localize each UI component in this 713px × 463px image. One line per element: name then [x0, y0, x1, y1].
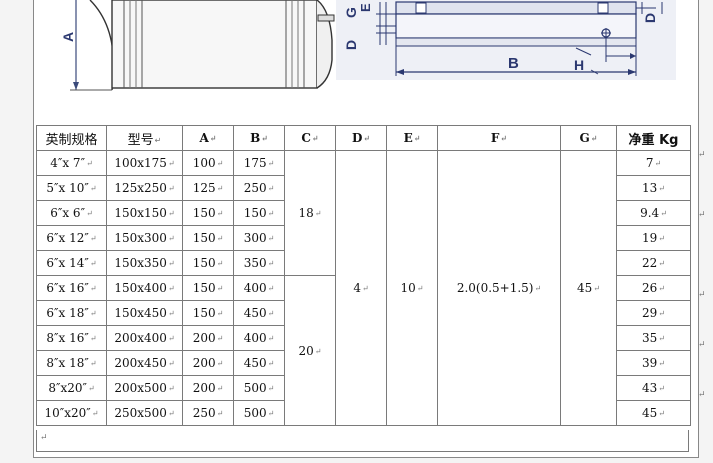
paragraph-mark-icon: ↵ [40, 433, 48, 443]
cell-size: 6″x 18″ [36, 300, 107, 326]
cell-b: 400 [233, 275, 285, 301]
cell-model: 150x300 [106, 225, 183, 251]
cell-size: 4″x 7″ [36, 150, 107, 176]
cell-b: 300 [233, 225, 285, 251]
cell-a: 125 [182, 175, 234, 201]
cell-a: 150 [182, 200, 234, 226]
side-view-drawing: G E D D H B [336, 0, 676, 80]
header-a: A [182, 125, 234, 151]
paragraph-mark-icon: ↵ [698, 340, 706, 350]
table-footer-cell: ↵ [36, 430, 689, 452]
cell-model: 150x400 [106, 275, 183, 301]
table-row: 4″x 7″ 100x175 100 175 18 4 10 2.0(0.5+1… [36, 150, 691, 426]
cell-size: 6″x 12″ [36, 225, 107, 251]
spec-table: 英制规格 型号 A B C D E F G 净重 Kg 4″x 7″ 100x1… [36, 125, 691, 426]
cell-model: 200x400 [106, 325, 183, 351]
header-e: E [386, 125, 438, 151]
header-c: C [284, 125, 336, 151]
cell-weight: 26 [616, 275, 691, 301]
cell-size: 6″x 14″ [36, 250, 107, 276]
cell-c-lower: 20 [284, 275, 336, 426]
paragraph-mark-icon: ↵ [698, 150, 706, 160]
drawings-area: A G E D D H B [34, 0, 698, 120]
cell-weight: 9.4 [616, 200, 691, 226]
header-weight: 净重 Kg [616, 125, 691, 151]
table-header-row: 英制规格 型号 A B C D E F G 净重 Kg [36, 125, 691, 151]
front-view-drawing: A [60, 0, 350, 95]
cell-a: 100 [182, 150, 234, 176]
cell-b: 350 [233, 250, 285, 276]
header-b: B [233, 125, 285, 151]
cell-a: 150 [182, 225, 234, 251]
cell-g-merged: 45 [560, 150, 617, 426]
paragraph-mark-icon: ↵ [698, 290, 706, 300]
cell-b: 150 [233, 200, 285, 226]
cell-size: 6″x 6″ [36, 200, 107, 226]
cell-size: 6″x 16″ [36, 275, 107, 301]
document-page: A G E D D H B 英制规格 型号 ↵ A ↵ B ↵ C ↵ D ↵ … [33, 0, 699, 458]
header-d: D [335, 125, 387, 151]
cell-b: 400 [233, 325, 285, 351]
cell-a: 200 [182, 325, 234, 351]
header-f: F [437, 125, 561, 151]
cell-weight: 7 [616, 150, 691, 176]
paragraph-mark-icon: ↵ [698, 390, 706, 400]
cell-e-merged: 10 [386, 150, 438, 426]
cell-c-upper: 18 [284, 150, 336, 276]
cell-model: 250x500 [106, 400, 183, 426]
cell-weight: 29 [616, 300, 691, 326]
cell-size: 10″x20″ [36, 400, 107, 426]
cell-model: 100x175 [106, 150, 183, 176]
cell-size: 8″x 16″ [36, 325, 107, 351]
cell-a: 150 [182, 275, 234, 301]
dimension-h-label: H [574, 57, 584, 73]
dimension-e-label: E [358, 3, 373, 12]
header-size: 英制规格 [36, 125, 107, 151]
cell-d-merged: 4 [335, 150, 387, 426]
cell-b: 500 [233, 400, 285, 426]
cell-a: 200 [182, 375, 234, 401]
dimension-a-label: A [60, 32, 76, 42]
cell-b: 250 [233, 175, 285, 201]
cell-weight: 39 [616, 350, 691, 376]
cell-size: 8″x20″ [36, 375, 107, 401]
cell-f-merged: 2.0(0.5+1.5) [437, 150, 561, 426]
cell-weight: 13 [616, 175, 691, 201]
cell-weight: 22 [616, 250, 691, 276]
dimension-d-left-label: D [343, 40, 359, 50]
cell-b: 450 [233, 300, 285, 326]
cell-model: 200x500 [106, 375, 183, 401]
cell-model: 150x350 [106, 250, 183, 276]
paragraph-mark-icon: ↵ [698, 210, 706, 220]
cell-a: 150 [182, 300, 234, 326]
cell-b: 500 [233, 375, 285, 401]
cell-weight: 35 [616, 325, 691, 351]
cell-model: 150x450 [106, 300, 183, 326]
dimension-g-label: G [343, 7, 359, 18]
cell-size: 5″x 10″ [36, 175, 107, 201]
cell-weight: 45 [616, 400, 691, 426]
cell-a: 150 [182, 250, 234, 276]
cell-weight: 43 [616, 375, 691, 401]
cell-model: 125x250 [106, 175, 183, 201]
header-g: G [560, 125, 617, 151]
cell-size: 8″x 18″ [36, 350, 107, 376]
header-model: 型号 [106, 125, 183, 151]
cell-b: 450 [233, 350, 285, 376]
dimension-b-label: B [508, 55, 519, 72]
cell-b: 175 [233, 150, 285, 176]
dimension-d-right-label: D [642, 13, 658, 23]
cell-model: 150x150 [106, 200, 183, 226]
cell-model: 200x450 [106, 350, 183, 376]
cell-a: 200 [182, 350, 234, 376]
cell-weight: 19 [616, 225, 691, 251]
cell-a: 250 [182, 400, 234, 426]
